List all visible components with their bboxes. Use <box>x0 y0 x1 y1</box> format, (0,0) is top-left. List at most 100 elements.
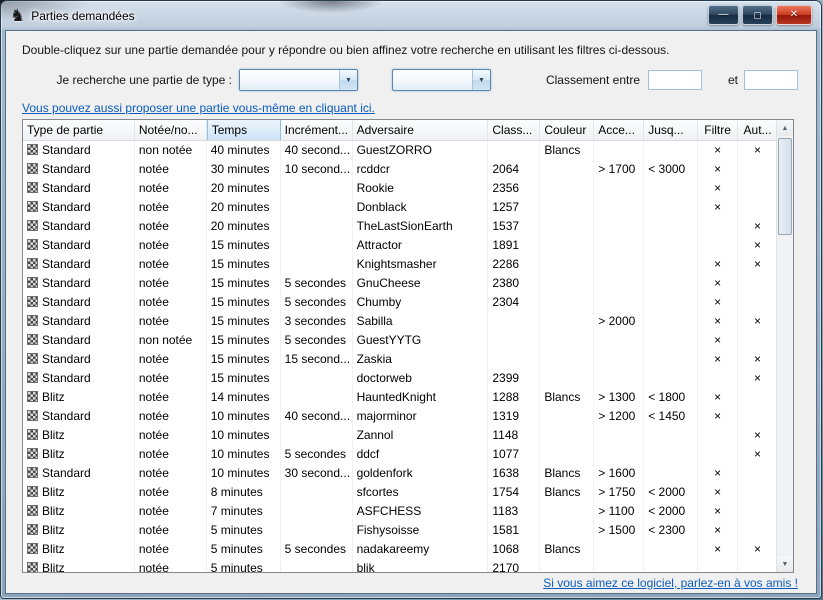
table-row[interactable]: Standardnon notée15 minutes5 secondesGue… <box>23 331 777 350</box>
table-row[interactable]: Blitznotée8 minutessfcortes1754Blancs> 1… <box>23 483 777 502</box>
table-row[interactable]: Standardnotée15 minutes5 secondesGnuChee… <box>23 274 777 293</box>
cell-rated: notée <box>135 312 207 331</box>
cell-adversaire: nadakareemy <box>353 540 489 559</box>
table-row[interactable]: Standardnotée20 minutesDonblack1257× <box>23 198 777 217</box>
cell-rated: notée <box>135 217 207 236</box>
column-header[interactable]: Adversaire <box>353 120 489 140</box>
cell-couleur <box>540 217 594 236</box>
cell-jusqua <box>644 312 698 331</box>
cell-adversaire: majorminor <box>353 407 489 426</box>
column-header[interactable]: Acce... <box>594 120 644 140</box>
cell-type: Standard <box>23 350 135 369</box>
cell-type: Standard <box>23 274 135 293</box>
cell-increment <box>281 388 353 407</box>
rating-min-input[interactable] <box>648 70 702 90</box>
cell-couleur <box>540 445 594 464</box>
share-with-friends-link[interactable]: Si vous aimez ce logiciel, parlez-en à v… <box>543 576 798 590</box>
table-row[interactable]: Standardnotée15 minutes15 second...Zaski… <box>23 350 777 369</box>
table-row[interactable]: Standardnotée30 minutes10 second...rcddc… <box>23 160 777 179</box>
table-row[interactable]: Standardnotée15 minutesKnightsmasher2286… <box>23 255 777 274</box>
minimize-button[interactable]: — <box>708 5 739 25</box>
column-header[interactable]: Temps <box>207 120 281 140</box>
table-body: Standardnon notée40 minutes40 second...G… <box>23 141 777 572</box>
cell-type: Standard <box>23 255 135 274</box>
cell-jusqua: < 2300 <box>644 521 698 540</box>
cell-increment <box>281 369 353 388</box>
cell-accepte <box>594 445 644 464</box>
column-header[interactable]: Type de partie <box>23 120 135 140</box>
rating-max-input[interactable] <box>744 70 798 90</box>
table-row[interactable]: Standardnon notée40 minutes40 second...G… <box>23 141 777 160</box>
column-header[interactable]: Notée/no... <box>135 120 207 140</box>
instructions-text: Double-cliquez sur une partie demandée p… <box>22 43 669 57</box>
cell-autre: × <box>738 540 777 559</box>
table-row[interactable]: Blitznotée7 minutesASFCHESS1183> 1100< 2… <box>23 502 777 521</box>
column-header[interactable]: Aut... <box>738 120 777 140</box>
filter-row: Je recherche une partie de type : ▼ ▼ Cl… <box>6 69 816 93</box>
chessboard-icon <box>27 543 38 554</box>
cell-jusqua: < 1450 <box>644 407 698 426</box>
table-row[interactable]: Standardnotée20 minutesRookie2356× <box>23 179 777 198</box>
parties-demandees-window: ♞ Parties demandées — ▢ ✕ Double-cliquez… <box>1 1 821 598</box>
game-type-label: Je recherche une partie de type : <box>6 69 232 91</box>
column-header[interactable]: Incrément... <box>281 120 353 140</box>
cell-autre <box>738 559 777 572</box>
column-header[interactable]: Jusq... <box>644 120 698 140</box>
cell-classement: 1537 <box>488 217 540 236</box>
table-row[interactable]: Standardnotée15 minutes5 secondesChumby2… <box>23 293 777 312</box>
table-row[interactable]: Standardnotée15 minutesdoctorweb2399× <box>23 369 777 388</box>
column-header[interactable]: Filtre <box>698 120 738 140</box>
table-row[interactable]: Standardnotée10 minutes30 second...golde… <box>23 464 777 483</box>
et-label: et <box>728 69 738 91</box>
table-row[interactable]: Blitznotée10 minutesZannol1148× <box>23 426 777 445</box>
table-row[interactable]: Standardnotée15 minutes3 secondesSabilla… <box>23 312 777 331</box>
cell-filtre: × <box>698 540 738 559</box>
cell-time: 15 minutes <box>207 369 281 388</box>
games-table: Type de partieNotée/no...TempsIncrément.… <box>22 119 794 573</box>
cell-rated: notée <box>135 369 207 388</box>
vertical-scrollbar[interactable]: ▲ ▼ <box>776 120 793 572</box>
table-row[interactable]: Blitznotée5 minutes5 secondesnadakareemy… <box>23 540 777 559</box>
game-type-select[interactable]: ▼ <box>239 69 358 91</box>
cell-increment <box>281 217 353 236</box>
cell-autre: × <box>738 312 777 331</box>
title-bar[interactable]: ♞ Parties demandées — ▢ ✕ <box>1 1 821 30</box>
cell-rated: notée <box>135 521 207 540</box>
cell-couleur <box>540 179 594 198</box>
cell-couleur: Blancs <box>540 141 594 160</box>
table-row[interactable]: Blitznotée5 minutesFishysoisse1581> 1500… <box>23 521 777 540</box>
window-controls: — ▢ ✕ <box>708 5 812 25</box>
chessboard-icon <box>27 372 38 383</box>
cell-type: Blitz <box>23 445 135 464</box>
table-row[interactable]: Standardnotée10 minutes40 second...major… <box>23 407 777 426</box>
scroll-up-icon[interactable]: ▲ <box>777 120 793 136</box>
table-row[interactable]: Standardnotée20 minutesTheLastSionEarth1… <box>23 217 777 236</box>
column-header[interactable]: Couleur <box>540 120 594 140</box>
propose-game-link[interactable]: Vous pouvez aussi proposer une partie vo… <box>22 101 375 115</box>
table-row[interactable]: Blitznotée5 minutesblik2170 <box>23 559 777 572</box>
cell-increment: 10 second... <box>281 160 353 179</box>
close-button[interactable]: ✕ <box>776 5 812 25</box>
scroll-down-icon[interactable]: ▼ <box>777 556 793 572</box>
cell-filtre: × <box>698 502 738 521</box>
cell-type: Standard <box>23 217 135 236</box>
cell-autre <box>738 274 777 293</box>
cell-adversaire: GuestYYTG <box>353 331 489 350</box>
cell-autre <box>738 198 777 217</box>
cell-increment <box>281 521 353 540</box>
chessboard-icon <box>27 201 38 212</box>
maximize-button[interactable]: ▢ <box>742 5 773 25</box>
table-row[interactable]: Standardnotée15 minutesAttractor1891× <box>23 236 777 255</box>
column-header[interactable]: Class... <box>488 120 540 140</box>
scrollbar-thumb[interactable] <box>778 138 792 235</box>
cell-filtre: × <box>698 179 738 198</box>
cell-filtre: × <box>698 274 738 293</box>
maximize-icon: ▢ <box>753 11 762 20</box>
cell-couleur <box>540 198 594 217</box>
cell-time: 7 minutes <box>207 502 281 521</box>
cell-time: 15 minutes <box>207 236 281 255</box>
table-row[interactable]: Blitznotée14 minutesHauntedKnight1288Bla… <box>23 388 777 407</box>
chessboard-icon <box>27 163 38 174</box>
table-row[interactable]: Blitznotée10 minutes5 secondesddcf1077× <box>23 445 777 464</box>
cell-classement: 2380 <box>488 274 540 293</box>
